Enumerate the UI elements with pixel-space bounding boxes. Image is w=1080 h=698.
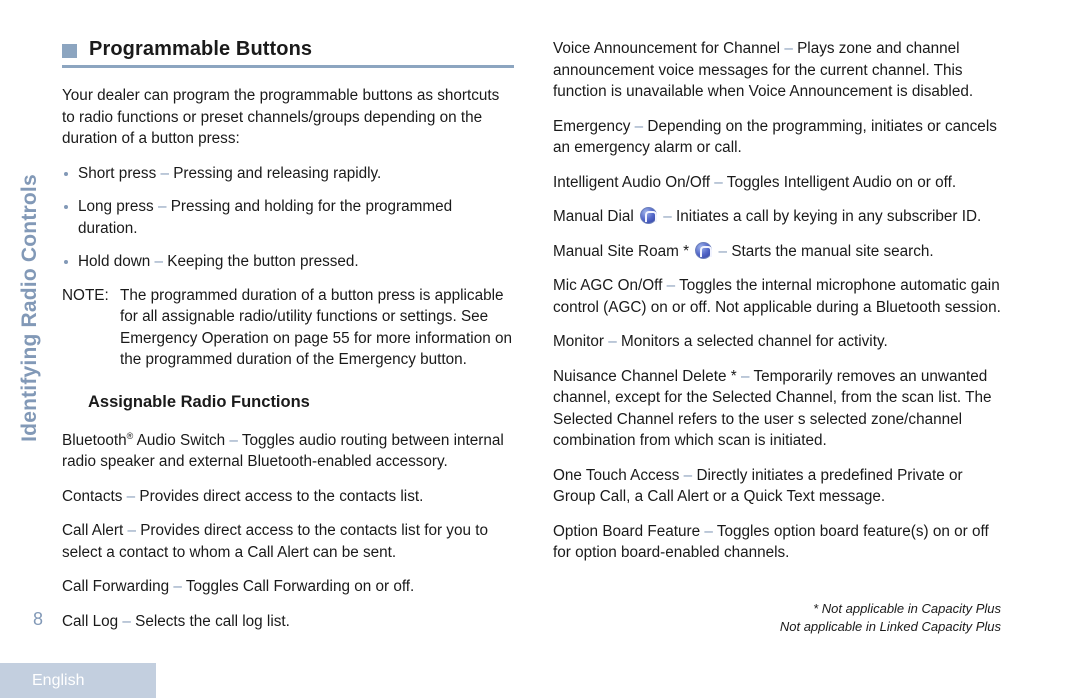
- entry-term: Intelligent Audio On/Off: [553, 173, 711, 191]
- function-entry-contacts: Contacts – Provides direct access to the…: [62, 486, 514, 508]
- entry-term-cont: Audio Switch: [133, 431, 226, 449]
- entry-term: One Touch Access: [553, 466, 680, 484]
- em-dash: –: [714, 173, 723, 191]
- function-entry-emergency: Emergency – Depending on the programming…: [553, 116, 1001, 159]
- left-column: Programmable Buttons Your dealer can pro…: [62, 38, 514, 645]
- page-title: Programmable Buttons: [89, 38, 313, 60]
- entry-term: Call Forwarding: [62, 578, 170, 596]
- subsection-title: Assignable Radio Functions: [88, 392, 310, 411]
- entry-term: Call Alert: [62, 522, 124, 540]
- entry-term: Manual Site Roam: [553, 242, 679, 260]
- note-block: NOTE: The programmed duration of a butto…: [62, 285, 514, 371]
- entry-term: Nuisance Channel Delete: [553, 367, 727, 385]
- function-entry-call-forwarding: Call Forwarding – Toggles Call Forwardin…: [62, 576, 514, 598]
- language-tab: English: [0, 663, 156, 698]
- section-side-tab: Identifying Radio Controls: [0, 0, 56, 698]
- em-dash: –: [663, 208, 672, 225]
- em-dash: –: [608, 333, 617, 350]
- function-entry-nuisance-channel-delete: Nuisance Channel Delete * – Temporarily …: [553, 366, 1001, 452]
- footnote-line-1: * Not applicable in Capacity Plus: [813, 601, 1001, 616]
- document-page: Identifying Radio Controls 8 English Pro…: [0, 0, 1080, 698]
- em-dash: –: [127, 522, 136, 540]
- function-entry-one-touch-access: One Touch Access – Directly initiates a …: [553, 465, 1001, 508]
- note-text: The programmed duration of a button pres…: [120, 286, 512, 369]
- em-dash: –: [634, 117, 644, 135]
- list-item: Short press – Pressing and releasing rap…: [62, 163, 514, 185]
- footnotes: * Not applicable in Capacity Plus Not ap…: [553, 600, 1001, 636]
- intro-paragraph: Your dealer can program the programmable…: [62, 87, 500, 147]
- entry-text: Toggles Intelligent Audio on or off.: [726, 173, 957, 191]
- list-item-term: Long press: [78, 198, 154, 215]
- page-heading: Programmable Buttons: [62, 38, 514, 61]
- entry-term: Contacts: [62, 487, 123, 505]
- list-item-term: Hold down: [78, 253, 151, 270]
- em-dash: –: [683, 466, 693, 484]
- language-tab-label: English: [32, 671, 85, 689]
- entry-term: Option Board Feature: [553, 522, 701, 540]
- em-dash: –: [740, 367, 750, 385]
- entry-text: Monitors a selected channel for activity…: [621, 333, 888, 350]
- em-dash: –: [173, 578, 182, 596]
- function-entry-bluetooth-audio-switch: Bluetooth® Audio Switch – Toggles audio …: [62, 426, 514, 473]
- section-side-tab-label: Identifying Radio Controls: [18, 174, 41, 442]
- radio-button-icon: [640, 207, 658, 224]
- em-dash: –: [666, 277, 676, 294]
- function-entry-call-log: Call Log – Selects the call log list.: [62, 611, 514, 633]
- entry-term: Manual Dial: [553, 208, 634, 225]
- entry-text: Initiates a call by keying in any subscr…: [676, 208, 982, 225]
- entry-text: Provides direct access to the contacts l…: [139, 487, 424, 505]
- note-label: NOTE:: [62, 286, 109, 304]
- list-item-text: Keeping the button pressed.: [167, 253, 359, 270]
- function-entry-call-alert: Call Alert – Provides direct access to t…: [62, 520, 514, 563]
- footnote-line-2: Not applicable in Linked Capacity Plus: [779, 619, 1001, 634]
- function-entry-intelligent-audio-on-off: Intelligent Audio On/Off – Toggles Intel…: [553, 172, 1001, 194]
- button-press-list: Short press – Pressing and releasing rap…: [62, 163, 514, 273]
- em-dash: –: [157, 198, 167, 215]
- entry-term: Call Log: [62, 612, 119, 630]
- em-dash: –: [718, 242, 728, 260]
- footnote-asterisk: *: [683, 242, 690, 260]
- entry-text: Selects the call log list.: [135, 612, 290, 630]
- radio-button-icon: [695, 241, 713, 259]
- function-entry-mic-agc-on-off: Mic AGC On/Off – Toggles the internal mi…: [553, 275, 1001, 318]
- em-dash: –: [704, 522, 713, 540]
- square-bullet-icon: [62, 44, 77, 58]
- em-dash: –: [126, 487, 136, 505]
- entry-text: Starts the manual site search.: [731, 242, 934, 260]
- list-item-term: Short press: [78, 164, 157, 182]
- function-entry-voice-announcement-for-channel: Voice Announcement for Channel – Plays z…: [553, 38, 1001, 103]
- list-item-text: Pressing and releasing rapidly.: [173, 164, 382, 182]
- entry-term: Emergency: [553, 117, 631, 135]
- entry-text: Provides direct access to the contacts l…: [62, 522, 488, 561]
- function-entry-monitor: Monitor – Monitors a selected channel fo…: [553, 331, 1001, 353]
- function-entry-manual-site-roam: Manual Site Roam * – Starts the manual s…: [553, 241, 1001, 263]
- em-dash: –: [229, 431, 238, 449]
- em-dash: –: [784, 40, 793, 57]
- em-dash: –: [122, 612, 131, 630]
- entry-text: Toggles Call Forwarding on or off.: [185, 578, 415, 596]
- function-entry-option-board-feature: Option Board Feature – Toggles option bo…: [553, 521, 1001, 564]
- entry-term: Monitor: [553, 333, 605, 350]
- footnote-asterisk: *: [730, 367, 737, 385]
- heading-divider: [62, 65, 514, 68]
- list-item: Long press – Pressing and holding for th…: [62, 196, 514, 239]
- entry-term: Voice Announcement for Channel: [553, 40, 781, 57]
- right-column: Voice Announcement for Channel – Plays z…: [553, 38, 1001, 577]
- em-dash: –: [154, 253, 164, 270]
- entry-term: Mic AGC On/Off: [553, 277, 663, 294]
- list-item: Hold down – Keeping the button pressed.: [62, 251, 514, 273]
- em-dash: –: [160, 164, 169, 182]
- page-number: 8: [32, 609, 43, 629]
- function-entry-manual-dial: Manual Dial – Initiates a call by keying…: [553, 206, 1001, 228]
- entry-term: Bluetooth: [62, 431, 127, 449]
